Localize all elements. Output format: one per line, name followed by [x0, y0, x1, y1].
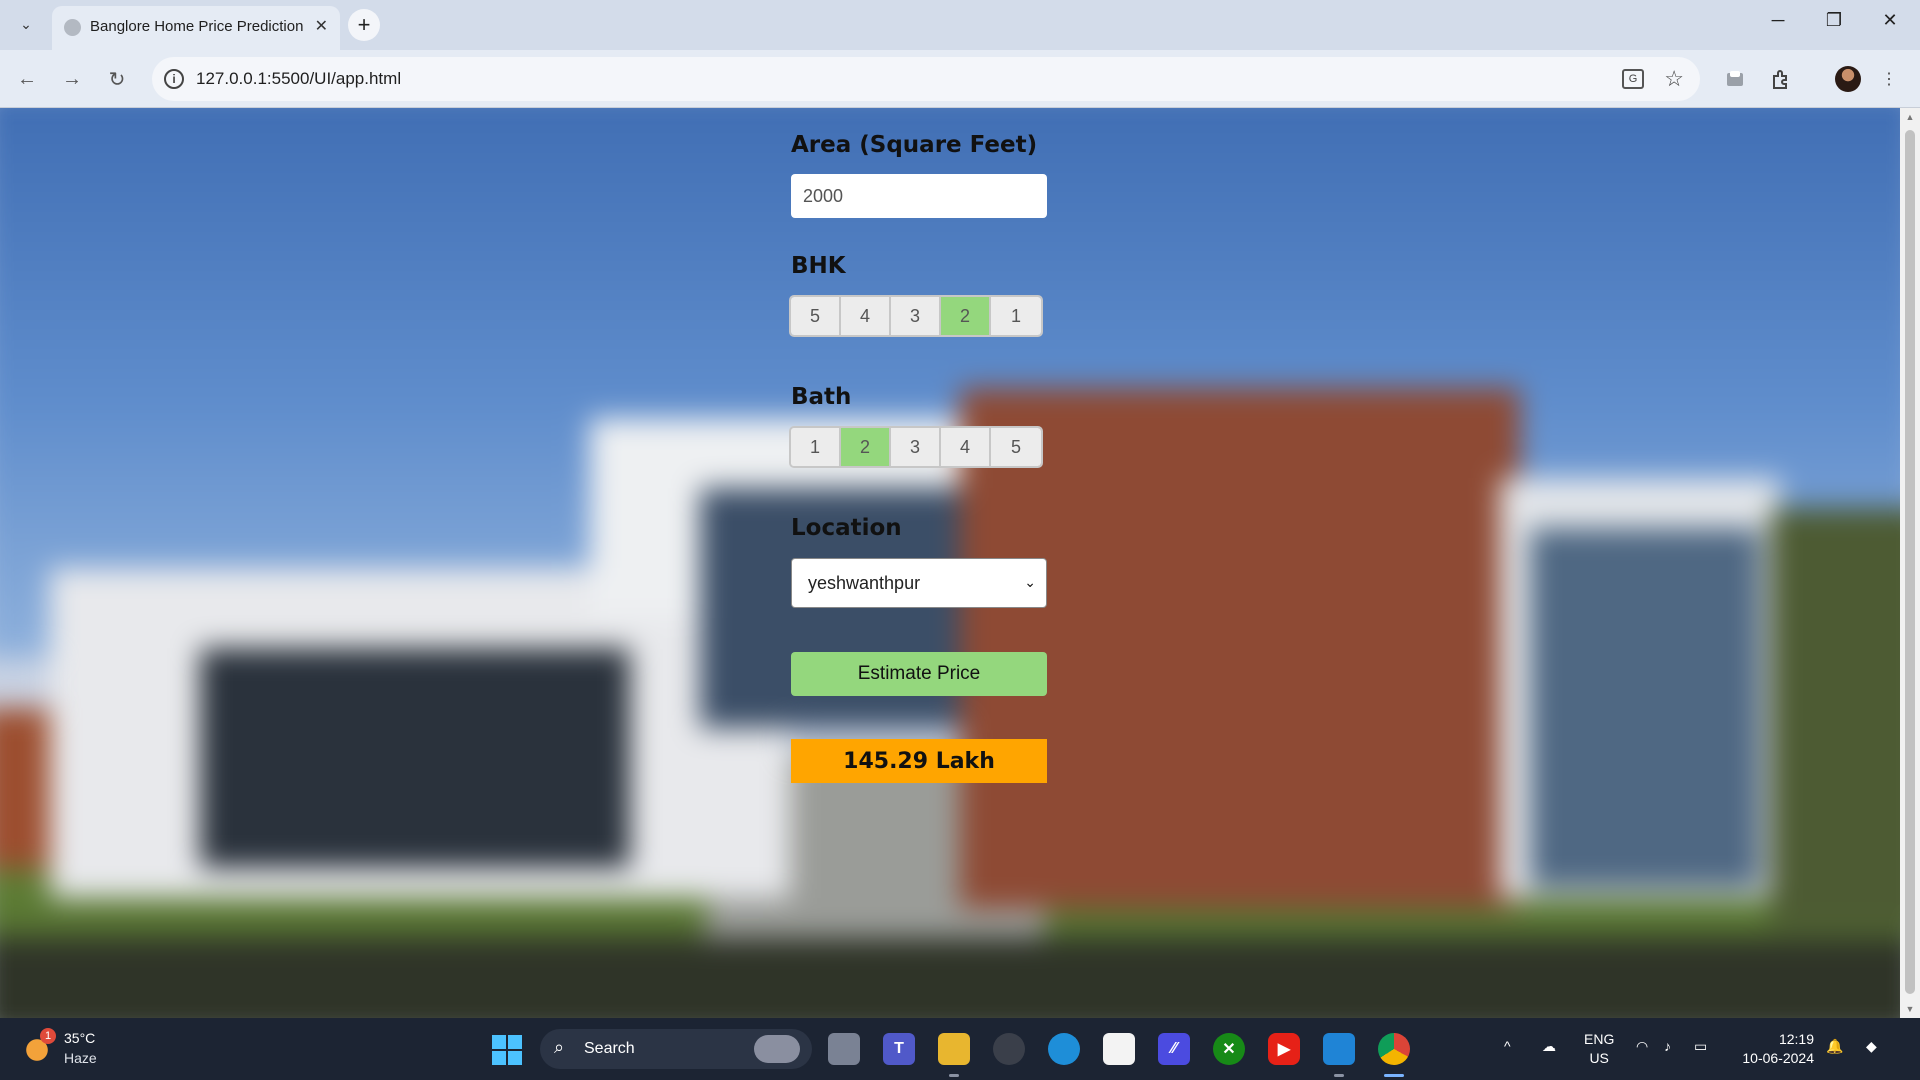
tab-close-icon[interactable]: ✕ [315, 16, 328, 36]
site-info-icon[interactable]: i [164, 69, 184, 89]
scroll-up-icon[interactable]: ▲ [1905, 112, 1915, 122]
volume-icon[interactable]: ♪ [1664, 1038, 1671, 1054]
youtube-icon[interactable]: ▶ [1268, 1033, 1300, 1065]
copilot-icon[interactable]: ◆ [1866, 1038, 1877, 1055]
tab-title: Banglore Home Price Prediction [90, 18, 304, 35]
app-running-indicator [949, 1074, 959, 1077]
close-window-button[interactable]: ✕ [1870, 10, 1910, 31]
weather-temperature[interactable]: 35°C [64, 1030, 95, 1046]
app-active-indicator [1384, 1074, 1404, 1077]
url-host: 127.0.0.1 [196, 69, 267, 88]
estimated-price-result: 145.29 Lakh [791, 739, 1047, 783]
bhk-option-2[interactable]: 2 [941, 297, 991, 335]
search-icon: ⌕ [554, 1037, 565, 1057]
taskbar-search[interactable]: ⌕ Search [540, 1029, 812, 1069]
address-bar[interactable]: i 127.0.0.1:5500/UI/app.html G ☆ [152, 57, 1700, 101]
area-input[interactable]: 2000 [791, 174, 1047, 218]
search-highlight-image [754, 1035, 800, 1063]
xbox-icon[interactable]: ✕ [1213, 1033, 1245, 1065]
bhk-selector: 54321 [791, 297, 1041, 335]
windows-start-icon[interactable] [492, 1035, 522, 1065]
page-viewport: Area (Square Feet) 2000 BHK 54321 Bath 1… [0, 108, 1900, 1018]
bhk-option-5[interactable]: 5 [791, 297, 841, 335]
restore-button[interactable]: ❐ [1814, 10, 1854, 31]
location-label: Location [791, 515, 902, 541]
bhk-label: BHK [791, 253, 846, 279]
bath-option-4[interactable]: 4 [941, 428, 991, 466]
clock-time: 12:19 [1778, 1031, 1814, 1047]
app-running-indicator [1334, 1074, 1344, 1077]
globe-icon [64, 19, 81, 36]
chrome-icon[interactable] [1378, 1033, 1410, 1065]
area-label: Area (Square Feet) [791, 132, 1038, 158]
bhk-option-3[interactable]: 3 [891, 297, 941, 335]
reload-icon[interactable]: ↻ [102, 64, 132, 94]
weather-badge: 1 [40, 1028, 56, 1044]
microsoft-store-icon[interactable] [1103, 1033, 1135, 1065]
profile-extension-icon[interactable] [1722, 66, 1748, 92]
bath-selector: 12345 [791, 428, 1041, 466]
onedrive-cloud-icon[interactable]: ☁ [1542, 1038, 1556, 1055]
estimate-price-button[interactable]: Estimate Price [791, 652, 1047, 696]
bath-label: Bath [791, 384, 852, 410]
windows-taskbar: 1 35°C Haze ⌕ Search T ⁄⁄ ✕ ▶ ^ ☁ ENG US… [0, 1018, 1920, 1080]
translate-icon[interactable]: G [1622, 69, 1644, 89]
extensions-puzzle-icon[interactable] [1768, 66, 1794, 92]
scrollbar-thumb[interactable] [1905, 130, 1915, 994]
bhk-option-1[interactable]: 1 [991, 297, 1041, 335]
system-clock[interactable]: 12:19 10-06-2024 [1734, 1030, 1814, 1068]
tab-search-chevron-icon[interactable]: ⌄ [14, 12, 38, 36]
bookmark-star-icon[interactable]: ☆ [1664, 66, 1684, 92]
minimize-button[interactable]: ─ [1758, 10, 1798, 31]
browser-tab[interactable]: Banglore Home Price Prediction ✕ [52, 6, 340, 50]
app-hexagon-icon[interactable] [993, 1033, 1025, 1065]
search-label: Search [584, 1040, 635, 1057]
url-text[interactable]: 127.0.0.1:5500/UI/app.html [196, 69, 401, 89]
bath-option-5[interactable]: 5 [991, 428, 1041, 466]
teams-icon[interactable]: T [883, 1033, 915, 1065]
task-view-icon[interactable] [828, 1033, 860, 1065]
region-code: US [1589, 1050, 1609, 1066]
url-path: :5500/UI/app.html [266, 69, 402, 88]
file-explorer-icon[interactable] [938, 1033, 970, 1065]
menu-kebab-icon[interactable]: ⋮ [1876, 66, 1902, 92]
back-arrow-icon[interactable]: ← [12, 64, 42, 94]
tab-strip: ⌄ Banglore Home Price Prediction ✕ + ─ ❐… [0, 0, 1920, 50]
language-indicator[interactable]: ENG US [1584, 1030, 1614, 1068]
scroll-down-icon[interactable]: ▼ [1905, 1004, 1915, 1014]
bath-option-3[interactable]: 3 [891, 428, 941, 466]
wifi-icon[interactable]: ◠ [1636, 1038, 1648, 1055]
weather-description[interactable]: Haze [64, 1050, 97, 1066]
power-automate-icon[interactable]: ⁄⁄ [1158, 1033, 1190, 1065]
battery-icon[interactable]: ▭ [1694, 1038, 1707, 1055]
bath-option-2[interactable]: 2 [841, 428, 891, 466]
location-selected-value: yeshwanthpur [808, 573, 921, 593]
notification-bell-icon[interactable]: 🔔 [1826, 1038, 1843, 1055]
chevron-down-icon: ⌄ [1024, 574, 1036, 590]
bhk-option-4[interactable]: 4 [841, 297, 891, 335]
tray-overflow-chevron-icon[interactable]: ^ [1504, 1038, 1511, 1054]
forward-arrow-icon[interactable]: → [57, 64, 87, 94]
clock-date: 10-06-2024 [1742, 1050, 1814, 1066]
lang-code: ENG [1584, 1031, 1615, 1047]
new-tab-button[interactable]: + [348, 9, 380, 41]
vscode-icon[interactable] [1323, 1033, 1355, 1065]
browser-toolbar: ← → ↻ i 127.0.0.1:5500/UI/app.html G ☆ ⋮ [0, 50, 1920, 108]
profile-avatar[interactable] [1835, 66, 1861, 92]
page-scrollbar[interactable]: ▲ ▼ [1900, 108, 1920, 1018]
bath-option-1[interactable]: 1 [791, 428, 841, 466]
location-select[interactable]: yeshwanthpur ⌄ [791, 558, 1047, 608]
edge-icon[interactable] [1048, 1033, 1080, 1065]
